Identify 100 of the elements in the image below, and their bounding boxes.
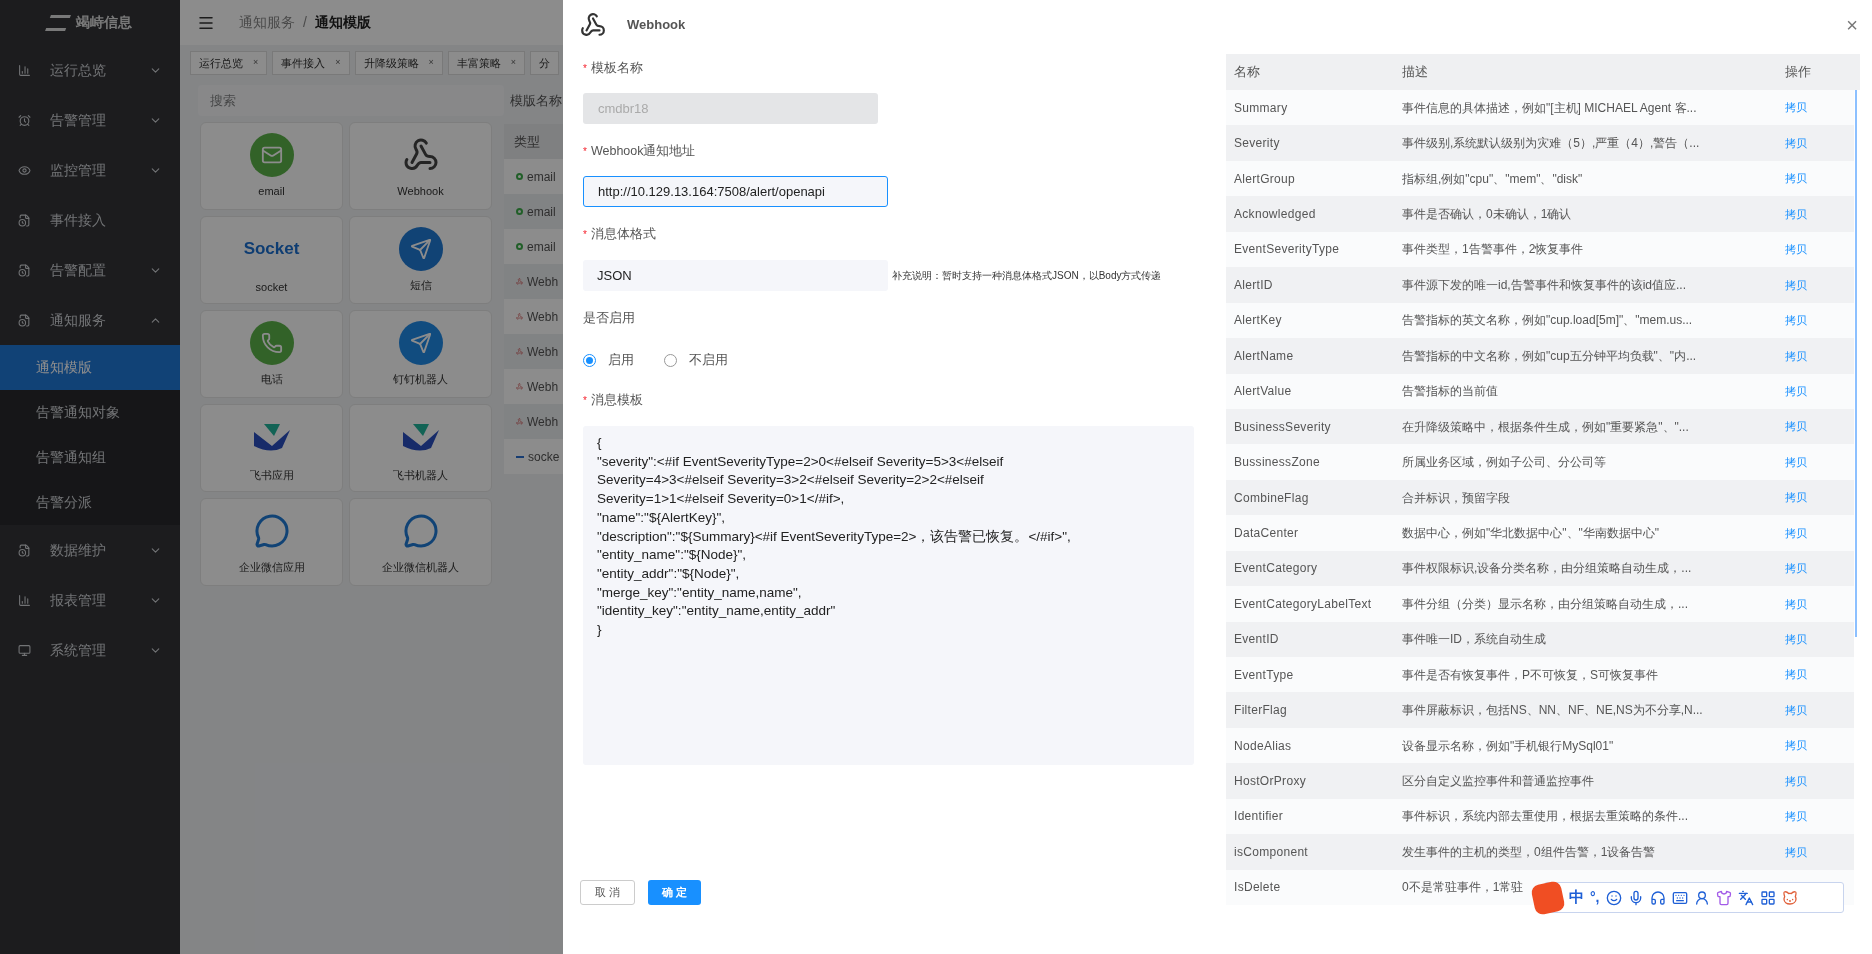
close-icon[interactable]: × bbox=[335, 56, 341, 70]
menu-item[interactable]: 事件接入 bbox=[0, 195, 180, 245]
copy-link[interactable]: 拷贝 bbox=[1785, 453, 1807, 471]
close-button[interactable]: × bbox=[1846, 15, 1858, 35]
confirm-button[interactable]: 确 定 bbox=[648, 880, 702, 905]
socket-icon bbox=[516, 455, 524, 458]
channel-card[interactable]: email bbox=[200, 122, 343, 210]
channel-card[interactable]: 电话 bbox=[200, 310, 343, 398]
field-label: * Webhook通知地址 bbox=[583, 142, 697, 161]
page-tab[interactable]: 事件接入 × bbox=[272, 51, 350, 75]
channel-card[interactable]: 短信 bbox=[349, 216, 492, 304]
copy-link[interactable]: 拷贝 bbox=[1785, 666, 1807, 683]
copy-link[interactable]: 拷贝 bbox=[1785, 312, 1807, 329]
channel-card[interactable]: 企业微信应用 bbox=[200, 498, 343, 586]
copy-link[interactable]: 拷贝 bbox=[1785, 560, 1807, 577]
mode-label[interactable]: 中 bbox=[1569, 886, 1584, 909]
copy-link[interactable]: 拷贝 bbox=[1785, 808, 1807, 825]
format-select[interactable]: JSON bbox=[583, 260, 888, 291]
copy-link[interactable]: 拷贝 bbox=[1785, 276, 1807, 294]
search-field[interactable]: 搜索 bbox=[198, 85, 504, 116]
menu-item[interactable]: 系统管理 bbox=[0, 625, 180, 675]
breadcrumb-item: 通知模版 bbox=[314, 13, 371, 32]
required-mark: * bbox=[583, 61, 587, 76]
menu-item[interactable]: 告警管理 bbox=[0, 95, 180, 145]
table-cell-text: 发生事件的主机的类型，0组件告警，1设备告警 bbox=[1402, 843, 1656, 861]
page-tab[interactable]: 丰富策略 × bbox=[447, 51, 526, 75]
copy-link[interactable]: 拷贝 bbox=[1785, 418, 1807, 435]
text-field[interactable]: http://10.129.13.164:7508/alert/openapi bbox=[583, 176, 888, 207]
menu-item[interactable]: 告警配置 bbox=[0, 245, 180, 295]
cancel-button[interactable]: 取 消 bbox=[580, 880, 636, 905]
table-cell-text: 事件屏蔽标识，包括NS、NN、NF、NE,NS为不分享,N... bbox=[1402, 702, 1703, 720]
field-label: 是否启用 bbox=[583, 309, 636, 327]
table-cell-text: 告警指标的当前值 bbox=[1402, 383, 1498, 401]
menu-item[interactable]: 通知服务 bbox=[0, 295, 180, 345]
close-icon[interactable]: × bbox=[510, 56, 517, 70]
headphones-icon[interactable] bbox=[1649, 889, 1666, 906]
submenu-item[interactable]: 告警通知组 bbox=[0, 435, 180, 480]
grid-icon[interactable] bbox=[1759, 889, 1776, 906]
channel-card[interactable]: 飞书应用 bbox=[200, 404, 343, 492]
copy-link[interactable]: 拷贝 bbox=[1785, 772, 1807, 790]
webhook-icon bbox=[402, 136, 439, 173]
copy-link[interactable]: 拷贝 bbox=[1785, 489, 1807, 506]
copy-link[interactable]: 拷贝 bbox=[1785, 134, 1807, 152]
close-icon[interactable]: × bbox=[253, 56, 259, 70]
submenu-item[interactable]: 告警通知对象 bbox=[0, 390, 180, 435]
table-cell-text: 事件是否确认，0未确认，1确认 bbox=[1402, 206, 1572, 224]
channel-card[interactable]: Socket socket bbox=[200, 216, 343, 304]
copy-link[interactable]: 拷贝 bbox=[1785, 701, 1807, 719]
copy-link[interactable]: 拷贝 bbox=[1785, 382, 1807, 400]
page-tab[interactable]: 升降级策略 × bbox=[354, 51, 443, 75]
drawer-title: Webhook bbox=[627, 16, 686, 35]
template-field[interactable]: { "severity":<#if EventSeverityType=2>0<#elseif Severity=5>3<#elseif Severity=4>3<#elseif Severity=3>2<#elseif Severity=2>2<#elseif Severity=1>1<#elseif Severity=0>1</#if>, "name":"${AlertKey}", "description":"${Summary}<#if EventSeverityType=2>，该告警已恢复。</#if>", "entity_name":"${Node}", "entity_addr":"${Node}", "merge_key":"entity_name,name", "identity_key":"entity_name,entity_addr" } bbox=[583, 426, 1194, 765]
copy-link[interactable]: 拷贝 bbox=[1785, 170, 1807, 187]
cat-icon[interactable] bbox=[1781, 889, 1798, 906]
smiley-icon[interactable] bbox=[1605, 889, 1622, 906]
copy-link[interactable]: 拷贝 bbox=[1785, 595, 1807, 613]
channel-card[interactable]: 钉钉机器人 bbox=[349, 310, 492, 398]
copy-link[interactable]: 拷贝 bbox=[1785, 241, 1807, 258]
field-label: * 消息体格式 bbox=[583, 225, 657, 244]
channel-card[interactable]: Webhook bbox=[349, 122, 492, 210]
copy-link[interactable]: 拷贝 bbox=[1785, 205, 1807, 223]
hint-text: 补充说明：暂时支持一种消息体格式JSON，以Body方式传递 bbox=[892, 269, 1162, 283]
table-cell-text: Webh bbox=[527, 413, 559, 431]
table-cell-text: 所属业务区域，例如子公司、分公司等 bbox=[1402, 454, 1606, 472]
submenu-item[interactable]: 通知模版 bbox=[0, 345, 180, 390]
menu-item[interactable]: 监控管理 bbox=[0, 145, 180, 195]
table-cell-text: CombineFlag bbox=[1234, 489, 1310, 507]
copy-link[interactable]: 拷贝 bbox=[1785, 631, 1807, 648]
breadcrumb-item[interactable]: 通知服务 bbox=[239, 12, 295, 33]
user-icon[interactable] bbox=[1693, 889, 1710, 906]
submenu-item[interactable]: 告警分派 bbox=[0, 480, 180, 525]
radio-option[interactable]: 启用 bbox=[583, 350, 634, 370]
table-cell-text: EventType bbox=[1234, 666, 1295, 684]
column-label: 模版名称 bbox=[509, 91, 563, 110]
table-cell-text: 告警指标的中文名称，例如"cup五分钟平均负载"、"内... bbox=[1402, 347, 1697, 365]
menu-item[interactable]: 数据维护 bbox=[0, 525, 180, 575]
shirt-icon[interactable] bbox=[1715, 889, 1732, 906]
webhook-icon bbox=[516, 313, 523, 320]
table-cell-text: AlertID bbox=[1234, 276, 1274, 294]
copy-link[interactable]: 拷贝 bbox=[1785, 99, 1807, 116]
translate-icon[interactable] bbox=[1737, 889, 1754, 906]
chat-bubble-icon bbox=[402, 512, 439, 549]
menu-item[interactable]: 运行总览 bbox=[0, 45, 180, 95]
radio-option[interactable]: 不启用 bbox=[664, 350, 728, 370]
punctuation-label[interactable]: °, bbox=[1590, 887, 1600, 908]
page-tab[interactable]: 分 bbox=[530, 51, 560, 75]
menu-item[interactable]: 报表管理 bbox=[0, 575, 180, 625]
webhook-icon bbox=[580, 12, 606, 38]
field-label: * 模板名称 bbox=[583, 59, 644, 78]
channel-card[interactable]: 企业微信机器人 bbox=[349, 498, 492, 586]
keyboard-icon[interactable] bbox=[1671, 889, 1688, 906]
scrollbar-thumb[interactable] bbox=[1855, 90, 1857, 637]
page-tab[interactable]: 运行总览 × bbox=[190, 51, 268, 75]
copy-link[interactable]: 拷贝 bbox=[1785, 737, 1807, 754]
copy-link[interactable]: 拷贝 bbox=[1785, 524, 1807, 542]
channel-card[interactable]: 飞书机器人 bbox=[349, 404, 492, 492]
copy-link[interactable]: 拷贝 bbox=[1785, 843, 1807, 861]
close-icon[interactable]: × bbox=[428, 56, 434, 70]
field-label: * 消息模板 bbox=[583, 391, 644, 410]
copy-link[interactable]: 拷贝 bbox=[1785, 347, 1807, 365]
